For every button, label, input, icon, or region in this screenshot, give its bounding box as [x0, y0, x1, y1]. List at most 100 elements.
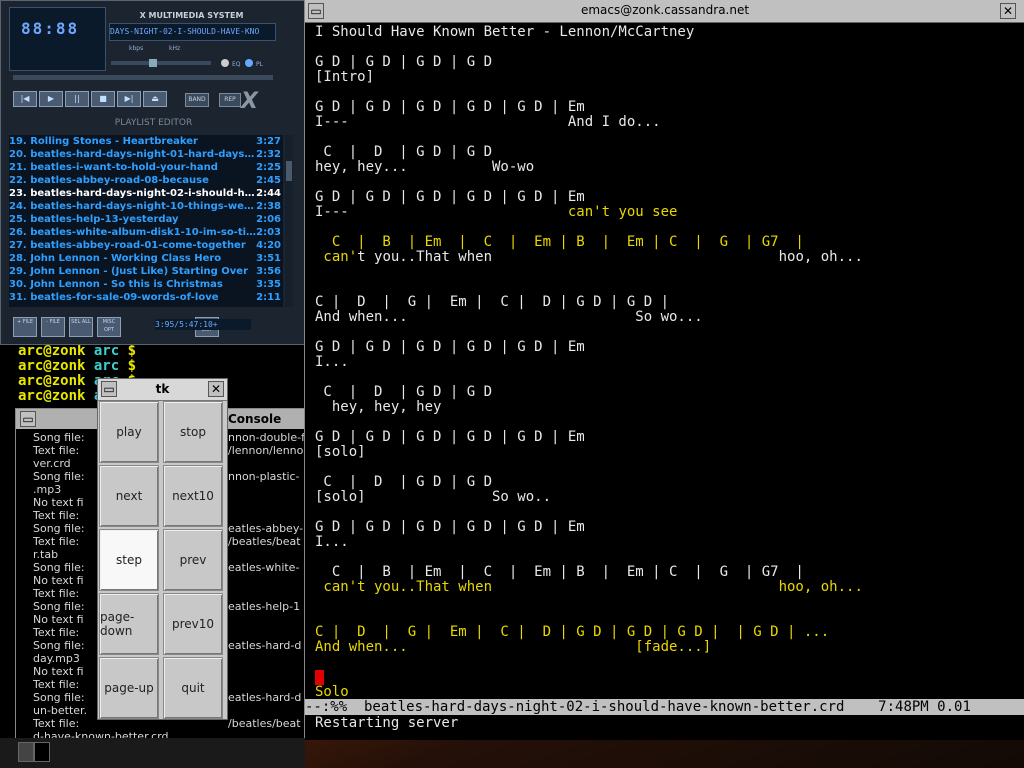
emacs-window[interactable]: ▭ emacs@zonk.cassandra.net ✕ I Should Ha… — [304, 0, 1024, 740]
playlist-item-time: 2:32 — [256, 149, 281, 160]
playlist-item[interactable]: 28. John Lennon - Working Class Hero 3:51 — [9, 252, 283, 265]
xmms-control-button[interactable]: || — [65, 91, 89, 107]
tk-button-play[interactable]: play — [99, 401, 159, 463]
emacs-text-line: G D | G D | G D | G D | G D | Em — [315, 429, 585, 445]
playlist-time: 3:95/5:47:10+ — [155, 319, 251, 330]
playlist-item[interactable]: 29. John Lennon - (Just Like) Starting O… — [9, 265, 283, 278]
emacs-text-segment: t you..That when hoo, oh... — [357, 249, 863, 265]
console-line-text: Song file: — [33, 431, 85, 444]
playlist-item[interactable]: 26. beatles-white-album-disk1-10-im-so-t… — [9, 226, 283, 239]
console-line-text: Text file: — [33, 535, 80, 548]
window-menu-icon[interactable]: ▭ — [20, 411, 36, 427]
playlist-item[interactable]: 30. John Lennon - So this is Christmas 3:… — [9, 278, 283, 291]
playlist-scroll-thumb[interactable] — [286, 161, 292, 181]
console-line-text: No text fi — [33, 574, 84, 587]
playlist-item-time: 2:11 — [256, 292, 281, 303]
terminal-prompt: $ — [127, 358, 137, 374]
console-line-tail: /beatles/beat — [228, 717, 301, 730]
emacs-text-line: G D | G D | G D | G D | G D | Em — [315, 99, 585, 115]
xmms-control-button[interactable]: ▶| — [117, 91, 141, 107]
xmms-control-button[interactable]: ■ — [91, 91, 115, 107]
desktop-pager[interactable] — [0, 738, 305, 768]
eq-toggle[interactable] — [221, 59, 229, 67]
emacs-minibuffer[interactable]: Restarting server — [315, 716, 458, 731]
console-line-text: Text file: — [33, 444, 80, 457]
pl-toggle[interactable] — [245, 59, 253, 67]
tk-button-quit[interactable]: quit — [163, 657, 223, 719]
playlist-item[interactable]: 23. beatles-hard-days-night-02-i-should-… — [9, 187, 283, 200]
playlist-button[interactable]: MISC OPT — [97, 317, 121, 337]
pager-desktop-2[interactable] — [34, 742, 50, 762]
emacs-text-line: I--- can't you see — [315, 205, 677, 220]
console-line-tail: eatles-white- — [228, 561, 300, 574]
playlist-item-time: 3:51 — [256, 253, 281, 264]
playlist-item-title: 30. John Lennon - So this is Christmas — [9, 279, 223, 290]
xmms-control-button[interactable]: ⏏ — [143, 91, 167, 107]
xmms-title: X MULTIMEDIA SYSTEM — [139, 11, 244, 20]
tk-button-next[interactable]: next — [99, 465, 159, 527]
playlist-item-title: 23. beatles-hard-days-night-02-i-should-… — [9, 188, 257, 199]
tk-window[interactable]: ▭ tk ✕ play stop next next10 step prev page-do… — [97, 378, 228, 720]
playlist-item-title: 29. John Lennon - (Just Like) Starting O… — [9, 266, 249, 277]
tk-button-grid: play stop next next10 step prev page-down prev1… — [99, 401, 227, 719]
playlist-item[interactable]: 22. beatles-abbey-road-08-because 2:45 — [9, 174, 283, 187]
tk-button-next10[interactable]: next10 — [163, 465, 223, 527]
console-line-tail: eatles-help-1 — [228, 600, 301, 613]
playlist-item-time: 2:44 — [256, 188, 281, 199]
terminal-user: arc@zonk — [18, 388, 86, 404]
emacs-text-highlight: can't you see — [567, 204, 678, 220]
emacs-text-line: And when... So wo... — [315, 309, 703, 325]
tk-button-step[interactable]: step — [99, 529, 159, 591]
tk-button-page-up[interactable]: page-up — [99, 657, 159, 719]
tk-button-prev10[interactable]: prev10 — [163, 593, 223, 655]
emacs-text-line: hey, hey, hey — [315, 399, 442, 415]
playlist-editor-header: PLAYLIST EDITOR — [114, 118, 193, 128]
close-icon[interactable]: ✕ — [208, 381, 224, 397]
playlist-item-time: 3:56 — [256, 266, 281, 277]
xmms-time-display — [9, 7, 106, 71]
rep-button[interactable]: REP — [219, 93, 241, 107]
emacs-text-line: G D | G D | G D | G D | G D | Em — [315, 339, 585, 355]
emacs-text-line: And when... [fade...] — [315, 639, 712, 655]
volume-slider[interactable] — [111, 61, 211, 65]
playlist-item-title: 19. Rolling Stones - Heartbreaker — [9, 136, 198, 147]
volume-slider-knob[interactable] — [149, 59, 157, 67]
pager-desktop-1[interactable] — [18, 742, 34, 762]
playlist-button[interactable]: - FILE — [41, 317, 65, 337]
playlist-button[interactable]: SEL ALL — [69, 317, 93, 337]
playlist-item[interactable]: 24. beatles-hard-days-night-10-things-we… — [9, 200, 283, 213]
playlist-item[interactable]: 19. Rolling Stones - Heartbreaker 3:27 — [9, 135, 283, 148]
tk-button-prev[interactable]: prev — [163, 529, 223, 591]
playlist-button[interactable]: + FILE — [13, 317, 37, 337]
emacs-buffer[interactable]: I Should Have Known Better - Lennon/McCa… — [305, 25, 1024, 700]
terminal-prompt-line: arc@zonk arc $ — [0, 359, 305, 374]
playlist-item-time: 2:25 — [256, 162, 281, 173]
tk-button-page-down[interactable]: page-down — [99, 593, 159, 655]
console-line-tail: eatles-abbey- — [228, 522, 304, 535]
kbps-label: kbps — [129, 45, 144, 52]
emacs-text-line: I... — [315, 354, 349, 370]
playlist-item[interactable]: 21. beatles-i-want-to-hold-your-hand 2:25 — [9, 161, 283, 174]
console-line-text: Song file: — [33, 639, 85, 652]
playlist-item[interactable]: 20. beatles-hard-days-night-01-hard-days… — [9, 148, 283, 161]
playlist-item-time: 2:03 — [256, 227, 281, 238]
emacs-text-line: Solo — [315, 684, 349, 700]
khz-label: kHz — [169, 45, 181, 52]
tk-button-stop[interactable]: stop — [163, 401, 223, 463]
playlist-item-time: 2:38 — [256, 201, 281, 212]
terminal-prompt: $ — [127, 343, 137, 359]
playlist-item[interactable]: 27. beatles-abbey-road-01-come-together 4… — [9, 239, 283, 252]
playlist-item[interactable]: 25. beatles-help-13-yesterday 2:06 — [9, 213, 283, 226]
playlist-item[interactable]: 31. beatles-for-sale-09-words-of-love 2:1… — [9, 291, 283, 304]
emacs-text-line: C | D | G | Em | C | D | G D | G D | — [315, 294, 670, 310]
emacs-text-line: [solo] — [315, 444, 366, 460]
xmms-control-button[interactable]: ▶ — [39, 91, 63, 107]
close-icon[interactable]: ✕ — [1000, 3, 1016, 19]
band-button[interactable]: BAND — [185, 93, 209, 107]
emacs-text-line: C | D | G | Em | C | D | G D | G D | G D… — [315, 624, 830, 640]
xmms-control-button[interactable]: |◀ — [13, 91, 37, 107]
xmms-song-title: DAYS-NIGHT-02-I-SHOULD-HAVE-KNO — [109, 23, 276, 41]
seek-bar[interactable] — [13, 75, 273, 80]
console-line-text: .mp3 — [33, 483, 62, 496]
playlist-item-title: 31. beatles-for-sale-09-words-of-love — [9, 292, 219, 303]
